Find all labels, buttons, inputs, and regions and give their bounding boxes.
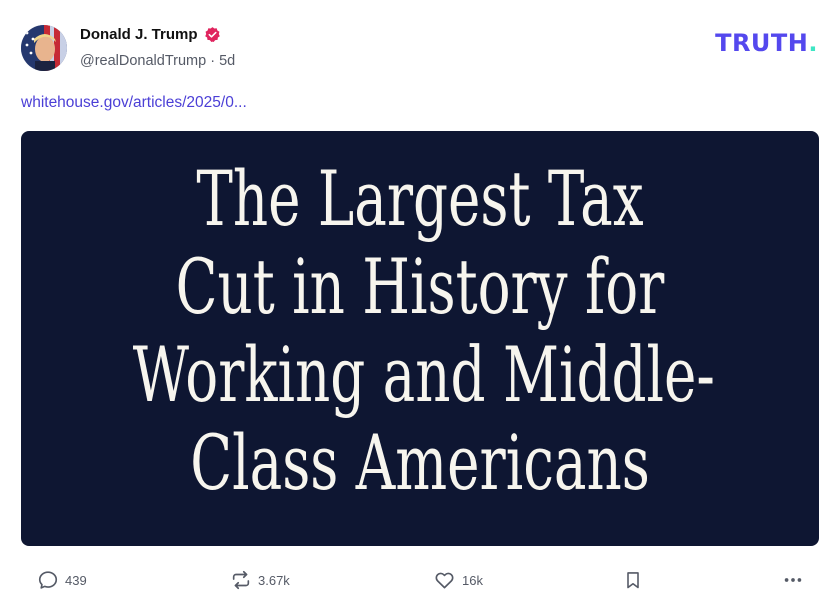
more-options-button[interactable] xyxy=(781,566,805,594)
bookmark-button[interactable] xyxy=(623,566,643,594)
brand-dot: . xyxy=(808,29,818,57)
action-bar: 439 3.67k 16k xyxy=(0,566,840,596)
brand-text: TRUTH xyxy=(715,29,809,57)
avatar[interactable] xyxy=(21,25,67,71)
ellipsis-icon xyxy=(781,569,805,591)
display-name[interactable]: Donald J. Trump xyxy=(80,26,221,43)
repost-arrows-icon xyxy=(230,569,252,591)
verified-badge-icon xyxy=(204,26,221,43)
headline-line-4: Class Americans xyxy=(190,418,650,507)
reply-button[interactable]: 439 xyxy=(37,566,87,594)
heart-icon xyxy=(433,569,456,591)
speech-bubble-icon xyxy=(37,569,59,591)
display-name-text[interactable]: Donald J. Trump xyxy=(80,26,198,43)
truth-logo: TRUTH. xyxy=(715,31,818,55)
truth-post: Donald J. Trump @realDonaldTrump · 5d TR… xyxy=(0,0,840,615)
separator: · xyxy=(210,53,216,69)
handle[interactable]: @realDonaldTrump xyxy=(80,53,206,69)
headline-line-1: The Largest Tax xyxy=(196,154,644,243)
retruth-button[interactable]: 3.67k xyxy=(230,566,290,594)
media-image[interactable]: The Largest Tax Cut in History for Worki… xyxy=(21,131,819,546)
reply-count: 439 xyxy=(65,572,87,588)
headline-line-3: Working and Middle- xyxy=(132,330,715,419)
retruth-count: 3.67k xyxy=(258,572,290,588)
bookmark-icon xyxy=(623,569,643,591)
article-link[interactable]: whitehouse.gov/articles/2025/0... xyxy=(21,94,247,112)
like-count: 16k xyxy=(462,572,483,588)
like-button[interactable]: 16k xyxy=(433,566,483,594)
post-time[interactable]: 5d xyxy=(219,53,235,69)
handle-line: @realDonaldTrump · 5d xyxy=(80,53,235,69)
headline-line-2: Cut in History for xyxy=(175,242,665,331)
